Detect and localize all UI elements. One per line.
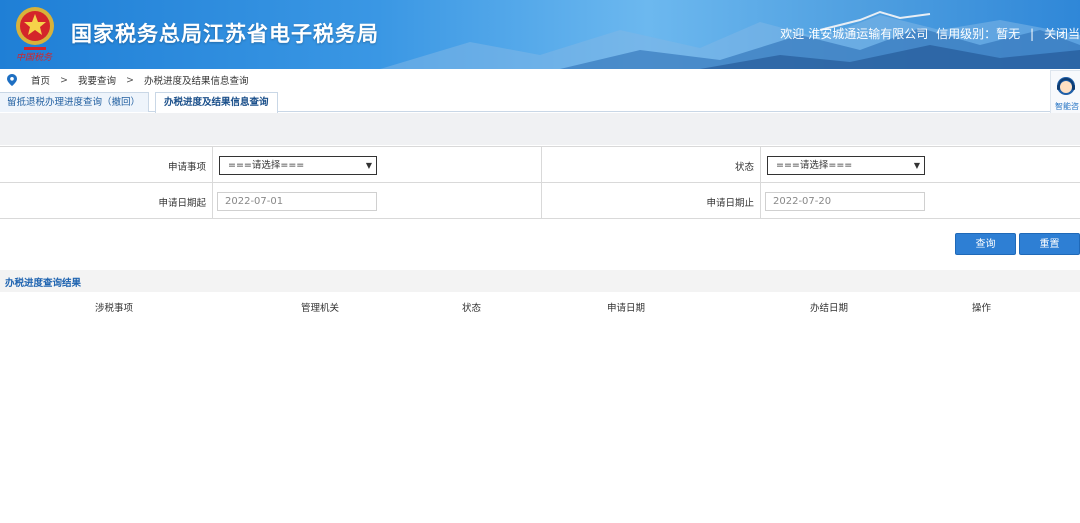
site-header: 中国税务 国家税务总局江苏省电子税务局 欢迎 淮安城通运输有限公司 信用级别：暂无… [0, 0, 1080, 69]
start-date-input[interactable]: 2022-07-01 [217, 192, 377, 211]
tax-emblem-logo: 中国税务 [16, 7, 54, 62]
divider [212, 183, 213, 219]
credit-level: 信用级别：暂无 [936, 27, 1021, 41]
column-header: 操作 [972, 303, 992, 314]
item-label: 申请事项 [167, 162, 206, 173]
svg-text:中国税务: 中国税务 [16, 52, 53, 62]
status-label: 状态 [734, 162, 754, 173]
welcome-text: 欢迎 [780, 27, 805, 41]
headset-icon [1056, 77, 1075, 95]
dropdown-arrow-icon: ▼ [365, 161, 372, 170]
tab-tax-progress[interactable]: 办税进度及结果信息查询 [155, 92, 278, 113]
start-date-label: 申请日期起 [158, 198, 206, 209]
column-header: 申请日期 [607, 303, 646, 314]
close-link[interactable]: 关闭当 [1044, 27, 1080, 41]
form-row: 申请事项 ===请选择=== ▼ 状态 ===请选择=== ▼ [0, 147, 1080, 183]
end-date-label: 申请日期止 [706, 198, 754, 209]
divider [541, 183, 542, 219]
divider [212, 147, 213, 183]
separator: | [1029, 27, 1034, 41]
query-button[interactable]: 查询 [955, 233, 1016, 255]
item-select[interactable]: ===请选择=== ▼ [219, 156, 377, 175]
breadcrumb-query[interactable]: 我要查询 [78, 73, 116, 87]
user-bar: 欢迎 淮安城通运输有限公司 信用级别：暂无 | 关闭当 [776, 25, 1080, 42]
column-header: 状态 [462, 303, 482, 314]
breadcrumb-separator: > [60, 74, 68, 86]
smart-consult-button[interactable]: 智能咨 [1050, 70, 1080, 114]
dropdown-arrow-icon: ▼ [913, 161, 920, 170]
column-header: 管理机关 [301, 303, 340, 314]
site-title: 国家税务总局江苏省电子税务局 [71, 22, 379, 46]
status-select-value: ===请选择=== [776, 160, 853, 171]
divider [541, 147, 542, 183]
breadcrumb-separator: > [126, 74, 134, 86]
company-name: 淮安城通运输有限公司 [808, 27, 929, 41]
end-date-input[interactable]: 2022-07-20 [765, 192, 925, 211]
breadcrumb-home[interactable]: 首页 [31, 73, 50, 87]
results-title: 办税进度查询结果 [5, 278, 82, 289]
divider [760, 147, 761, 183]
item-select-value: ===请选择=== [228, 160, 305, 171]
query-form: 申请事项 ===请选择=== ▼ 状态 ===请选择=== ▼ 申请日期起 20… [0, 146, 1080, 219]
form-row: 申请日期起 2022-07-01 申请日期止 2022-07-20 [0, 183, 1080, 219]
toolbar-band [0, 113, 1080, 145]
divider [760, 183, 761, 219]
location-pin-icon [7, 74, 17, 86]
breadcrumb-current: 办税进度及结果信息查询 [143, 76, 249, 87]
column-header: 涉税事项 [95, 303, 134, 314]
smart-consult-label: 智能咨 [1055, 102, 1079, 111]
results-header: 办税进度查询结果 [0, 270, 1080, 292]
breadcrumb: 首页 > 我要查询 > 办税进度及结果信息查询 [0, 70, 1080, 90]
tab-bar: 留抵退税办理进度查询（撤回） 办税进度及结果信息查询 [0, 92, 1050, 113]
status-select[interactable]: ===请选择=== ▼ [767, 156, 925, 175]
tab-refund-progress[interactable]: 留抵退税办理进度查询（撤回） [0, 92, 150, 112]
column-header: 办结日期 [810, 303, 849, 314]
reset-button[interactable]: 重置 [1019, 233, 1080, 255]
